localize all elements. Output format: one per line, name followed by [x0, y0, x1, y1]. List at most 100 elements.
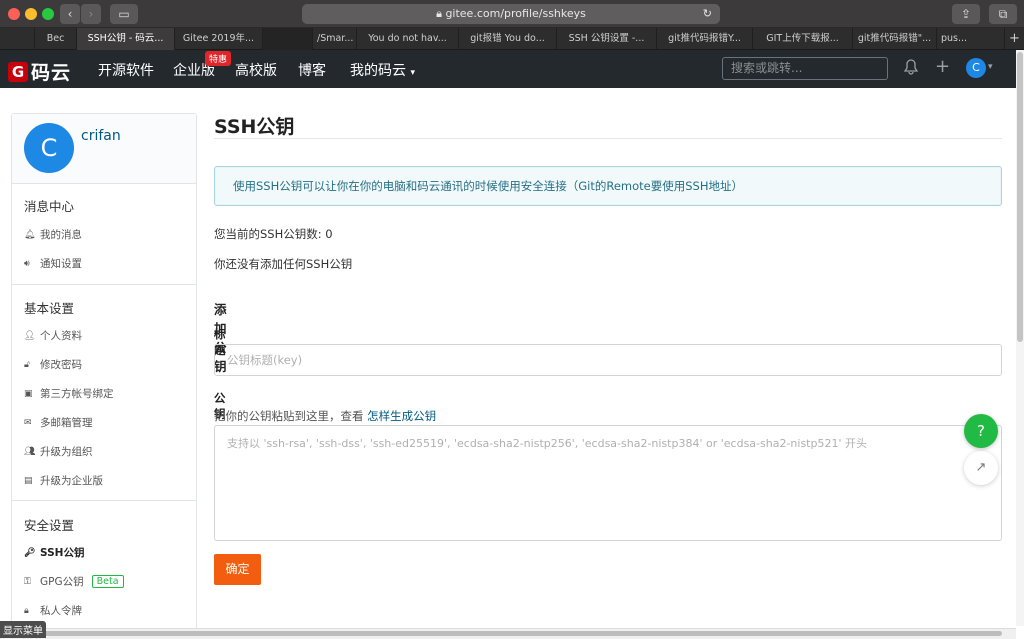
maximize-window-button[interactable] — [42, 8, 54, 20]
submit-button[interactable]: 确定 — [214, 554, 261, 585]
minimize-window-button[interactable] — [25, 8, 37, 20]
sidebar-item-notification-settings[interactable]: 🔊︎ 通知设置 — [24, 256, 82, 271]
beta-badge: Beta — [91, 575, 124, 588]
user-icon: 👤︎ — [24, 330, 36, 341]
id-card-icon: ▣ — [24, 388, 33, 399]
sidebar-item-third-party[interactable]: ▣ 第三方帐号绑定 — [24, 386, 114, 401]
divider — [12, 500, 196, 501]
sidebar-toggle-button[interactable]: ▭ — [110, 4, 138, 24]
users-icon: 👥︎ — [24, 446, 36, 457]
key-hint-text: 把你的公钥粘贴到这里，查看 — [214, 409, 364, 423]
browser-tab[interactable]: Gitee 2019年... — [174, 28, 262, 50]
browser-tab[interactable]: Bec — [34, 28, 76, 50]
section-title-basic: 基本设置 — [24, 301, 75, 316]
sidebar-item-emails[interactable]: ✉ 多邮箱管理 — [24, 415, 93, 430]
logo-text: 码云 — [31, 62, 72, 84]
how-to-generate-link[interactable]: 怎样生成公钥 — [367, 409, 436, 423]
sidebar-item-upgrade-enterprise[interactable]: ▤ 升级为企业版 — [24, 473, 103, 488]
browser-tab-active[interactable]: SSH公钥 - 码云... — [76, 28, 174, 50]
tabs-icon: ⧉ — [998, 7, 1008, 21]
promo-badge: 特惠 — [205, 51, 232, 66]
public-key-textarea[interactable]: 支持以 'ssh-rsa', 'ssh-dss', 'ssh-ed25519',… — [214, 425, 1002, 541]
section-title-messages: 消息中心 — [24, 199, 75, 214]
browser-titlebar: ‹ › ▭ 🔒︎ gitee.com/profile/sshkeys ↻ ⇪ ⧉ — [0, 0, 1024, 28]
sidebar-item-label: SSH公钥 — [40, 547, 85, 559]
logo-icon: G — [8, 61, 28, 82]
key-title-input[interactable]: 公钥标题(key) — [214, 344, 1002, 376]
nav-education[interactable]: 高校版 — [235, 60, 277, 80]
no-keys-text: 你还没有添加任何SSH公钥 — [214, 257, 353, 271]
reload-icon[interactable]: ↻ — [703, 4, 712, 24]
settings-sidebar: C crifan 消息中心 🔔︎ 我的消息 🔊︎ 通知设置 基本设置 👤︎ 个人资料 … — [11, 113, 197, 633]
horizontal-scrollbar-thumb[interactable] — [2, 631, 1002, 636]
avatar[interactable]: C — [24, 123, 74, 173]
gpg-key-icon: ⚿ — [24, 576, 31, 587]
browser-tab[interactable]: /Smar... — [312, 28, 356, 50]
site-navbar: G 码云 开源软件 企业版 特惠 高校版 博客 我的码云 ▾ 搜索或跳转... … — [0, 50, 1016, 88]
page-title: SSH公钥 — [214, 116, 295, 138]
close-window-button[interactable] — [8, 8, 20, 20]
address-bar[interactable]: 🔒︎ gitee.com/profile/sshkeys ↻ — [302, 4, 720, 24]
browser-tab[interactable]: git报错 You do... — [458, 28, 556, 50]
show-menu-label[interactable]: 显示菜单 — [0, 621, 46, 638]
section-title-security: 安全设置 — [24, 518, 75, 533]
info-message: 使用SSH公钥可以让你在你的电脑和码云通讯的时候使用安全连接（Git的Remot… — [214, 166, 1002, 206]
divider — [214, 138, 1002, 139]
profile-card: C crifan — [12, 114, 196, 184]
bell-icon[interactable] — [903, 59, 919, 79]
nav-my-gitee[interactable]: 我的码云 ▾ — [350, 60, 415, 80]
unlock-icon: 🔓︎ — [24, 359, 30, 370]
lock-icon: 🔒︎ — [436, 7, 442, 20]
sidebar-item-upgrade-org[interactable]: 👥︎ 升级为组织 — [24, 444, 93, 459]
search-input[interactable]: 搜索或跳转... — [722, 57, 888, 80]
sidebar-item-profile[interactable]: 👤︎ 个人资料 — [24, 328, 82, 343]
external-link-icon: ↗ — [975, 460, 987, 475]
sidebar-item-ssh-keys[interactable]: 🔑︎ SSH公钥 — [24, 545, 84, 560]
sidebar-item-label: 个人资料 — [40, 330, 82, 342]
nav-blog[interactable]: 博客 — [298, 60, 326, 80]
plus-icon[interactable]: + — [935, 56, 950, 77]
username-link[interactable]: crifan — [81, 128, 121, 144]
bell-icon: 🔔︎ — [24, 229, 36, 240]
sidebar-item-label: 私人令牌 — [40, 605, 82, 617]
user-avatar[interactable]: C — [966, 58, 986, 78]
sidebar-item-label: GPG公钥 — [40, 576, 84, 588]
back-button[interactable]: ‹ — [60, 4, 80, 24]
gitee-logo[interactable]: G 码云 — [8, 58, 71, 85]
external-link-button[interactable]: ↗ — [964, 451, 998, 485]
share-button[interactable]: ⇪ — [952, 4, 980, 24]
lock-icon: 🔒︎ — [24, 605, 29, 616]
sidebar-item-gpg-keys[interactable]: ⚿ GPG公钥 Beta — [24, 574, 124, 589]
sidebar-item-label: 升级为企业版 — [40, 475, 103, 487]
browser-tab[interactable]: pus... — [936, 28, 970, 50]
sidebar-icon: ▭ — [118, 7, 130, 21]
key-icon: 🔑︎ — [24, 547, 36, 558]
sidebar-item-my-messages[interactable]: 🔔︎ 我的消息 — [24, 227, 82, 242]
sidebar-item-label: 多邮箱管理 — [40, 417, 93, 429]
caret-down-icon: ▾ — [410, 68, 415, 78]
new-tab-button[interactable]: + — [1004, 28, 1024, 50]
mail-icon: ✉ — [24, 417, 32, 428]
sidebar-item-label: 通知设置 — [40, 258, 82, 270]
browser-tab[interactable]: git推代码报错Y... — [656, 28, 752, 50]
key-hint: 把你的公钥粘贴到这里，查看 怎样生成公钥 — [214, 408, 436, 424]
sidebar-item-private-tokens[interactable]: 🔒︎ 私人令牌 — [24, 603, 82, 618]
vertical-scrollbar-thumb[interactable] — [1017, 52, 1023, 342]
caret-down-icon[interactable]: ▾ — [988, 62, 993, 72]
nav-my-gitee-label: 我的码云 — [350, 63, 406, 79]
sidebar-item-label: 我的消息 — [40, 229, 82, 241]
plus-icon: + — [1009, 31, 1020, 46]
browser-tab[interactable]: GIT上传下载报... — [752, 28, 852, 50]
chevron-right-icon: › — [88, 7, 94, 21]
tabs-overview-button[interactable]: ⧉ — [989, 4, 1017, 24]
browser-tab[interactable]: git推代码报错"... — [852, 28, 936, 50]
browser-tab[interactable]: You do not hav... — [356, 28, 458, 50]
sidebar-item-password[interactable]: 🔓︎ 修改密码 — [24, 357, 82, 372]
forward-button[interactable]: › — [81, 4, 101, 24]
browser-tab[interactable]: SSH 公钥设置 -... — [556, 28, 656, 50]
building-icon: ▤ — [24, 475, 33, 486]
browser-tab[interactable] — [262, 28, 312, 50]
help-button[interactable]: ? — [964, 414, 998, 448]
chevron-left-icon: ‹ — [67, 7, 73, 21]
nav-open-source[interactable]: 开源软件 — [98, 60, 154, 80]
